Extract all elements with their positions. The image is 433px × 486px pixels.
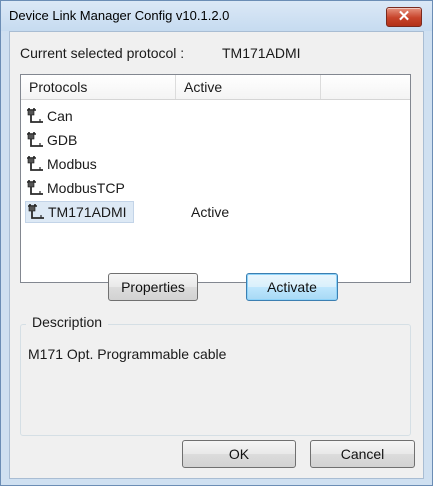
cable-plug-icon	[26, 203, 48, 222]
cable-plug-icon	[25, 155, 47, 174]
list-item[interactable]: Can	[25, 105, 405, 127]
activate-button[interactable]: Activate	[246, 273, 338, 301]
cable-plug-icon	[25, 179, 47, 198]
title-bar[interactable]: Device Link Manager Config v10.1.2.0 ✕	[1, 1, 432, 31]
cable-plug-icon	[25, 131, 47, 150]
protocol-name: GDB	[47, 132, 78, 148]
dialog-window: Device Link Manager Config v10.1.2.0 ✕ C…	[0, 0, 433, 486]
list-item[interactable]: TM171ADMI Active	[25, 201, 405, 223]
protocol-name: Modbus	[47, 156, 97, 172]
close-icon: ✕	[397, 8, 411, 25]
list-item-name: ModbusTCP	[25, 177, 131, 199]
column-header-empty	[321, 75, 410, 99]
properties-button[interactable]: Properties	[108, 273, 198, 301]
list-item[interactable]: GDB	[25, 129, 405, 151]
description-group	[20, 324, 411, 436]
list-item-name: TM171ADMI	[25, 201, 134, 223]
list-item-name: Modbus	[25, 153, 103, 175]
close-button[interactable]: ✕	[386, 7, 422, 27]
description-text: M171 Opt. Programmable cable	[28, 346, 227, 362]
list-item-name: Can	[25, 105, 79, 127]
current-protocol-label: Current selected protocol :	[20, 45, 185, 61]
window-title: Device Link Manager Config v10.1.2.0	[9, 8, 230, 23]
protocol-name: TM171ADMI	[48, 204, 127, 220]
description-label: Description	[26, 314, 109, 330]
ok-button[interactable]: OK	[182, 440, 296, 468]
protocol-list[interactable]: Protocols Active Can GDB Modbus ModbusTCP TM…	[20, 74, 411, 283]
protocol-name: ModbusTCP	[47, 180, 125, 196]
protocol-active-status: Active	[191, 204, 230, 220]
current-protocol-value: TM171ADMI	[222, 45, 301, 61]
cable-plug-icon	[25, 107, 47, 126]
list-item[interactable]: Modbus	[25, 153, 405, 175]
list-item-name: GDB	[25, 129, 83, 151]
column-header-active[interactable]: Active	[176, 75, 321, 99]
dialog-body: Current selected protocol : TM171ADMI Pr…	[9, 31, 424, 479]
cancel-button[interactable]: Cancel	[310, 440, 415, 468]
list-header: Protocols Active	[21, 75, 410, 100]
list-item[interactable]: ModbusTCP	[25, 177, 405, 199]
protocol-name: Can	[47, 108, 73, 124]
column-header-protocols[interactable]: Protocols	[21, 75, 176, 99]
